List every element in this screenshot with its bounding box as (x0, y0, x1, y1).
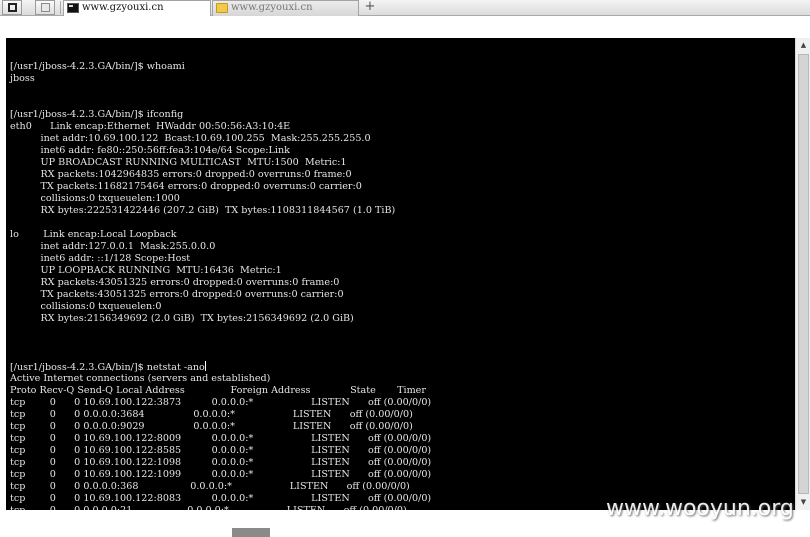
terminal-line: inet addr:10.69.100.122 Bcast:10.69.100.… (10, 133, 371, 144)
terminal-scrollbar[interactable]: ▲ ▼ (795, 38, 810, 510)
terminal-line: [/usr1/jboss-4.2.3.GA/bin/]$ netstat -an… (10, 361, 206, 373)
toolbar-divider (60, 1, 61, 14)
terminal-line: RX packets:1042964835 errors:0 dropped:0… (10, 169, 352, 180)
terminal-line: UP LOOPBACK RUNNING MTU:16436 Metric:1 (10, 265, 282, 276)
watermark: www.wooyun.org (606, 496, 794, 521)
add-tab-button[interactable]: + (362, 0, 378, 15)
terminal-line: inet6 addr: ::1/128 Scope:Host (10, 253, 191, 264)
scroll-up-arrow-icon[interactable]: ▲ (798, 40, 809, 51)
terminal-line: eth0 Link encap:Ethernet HWaddr 00:50:56… (10, 121, 291, 132)
terminal-line: lo Link encap:Local Loopback (10, 229, 177, 240)
terminal-window[interactable]: [/usr1/jboss-4.2.3.GA/bin/]$ whoami jboss… (6, 38, 804, 510)
terminal-line: tcp 0 0 0.0.0.0:3684 0.0.0.0:* LISTEN of… (10, 409, 413, 420)
terminal-line: tcp 0 0 10.69.100.122:8585 0.0.0.0:* LIS… (10, 445, 432, 456)
terminal-line: tcp 0 0 10.69.100.122:3873 0.0.0.0:* LIS… (10, 397, 432, 408)
terminal-line: tcp 0 0 10.69.100.122:8009 0.0.0.0:* LIS… (10, 433, 432, 444)
terminal-line: tcp 0 0 10.69.100.122:8083 0.0.0.0:* LIS… (10, 493, 432, 504)
terminal-line: tcp 0 0 10.69.100.122:1098 0.0.0.0:* LIS… (10, 457, 432, 468)
terminal-line: tcp 0 0 10.69.100.122:1099 0.0.0.0:* LIS… (10, 469, 432, 480)
terminal-line: RX bytes:2156349692 (2.0 GiB) TX bytes:2… (10, 313, 354, 324)
terminal-line: TX packets:11682175464 errors:0 dropped:… (10, 181, 362, 192)
scroll-down-arrow-icon[interactable]: ▼ (798, 497, 809, 508)
tab-label: www.gzyouxi.cn (82, 2, 164, 13)
terminal-line: [/usr1/jboss-4.2.3.GA/bin/]$ whoami (10, 61, 185, 72)
tab-label: www.gzyouxi.cn (231, 2, 313, 13)
terminal-line: jboss (10, 73, 35, 84)
terminal-output: [/usr1/jboss-4.2.3.GA/bin/]$ whoami jboss… (10, 49, 431, 510)
terminal-line: Proto Recv-Q Send-Q Local Address Foreig… (10, 385, 426, 396)
terminal-line: collisions:0 txqueuelen:1000 (10, 193, 180, 204)
blank-window-icon (41, 3, 50, 12)
terminal-line: [/usr1/jboss-4.2.3.GA/bin/]$ ifconfig (10, 109, 184, 120)
tab-terminal-session[interactable]: www.gzyouxi.cn (63, 0, 211, 16)
terminal-line: TX packets:43051325 errors:0 dropped:0 o… (10, 289, 344, 300)
terminal-line: inet addr:127.0.0.1 Mask:255.0.0.0 (10, 241, 216, 252)
text-cursor (204, 361, 206, 371)
terminal-line: collisions:0 txqueuelen:0 (10, 301, 162, 312)
folder-icon (216, 3, 228, 13)
terminal-line: tcp 0 0 0.0.0.0:9029 0.0.0.0:* LISTEN of… (10, 421, 413, 432)
scrollbar-thumb[interactable] (798, 54, 809, 494)
terminal-line: Active Internet connections (servers and… (10, 373, 271, 384)
tab-bar: www.gzyouxi.cn www.gzyouxi.cn + (0, 0, 810, 16)
terminal-icon (67, 3, 79, 13)
terminal-line: RX bytes:222531422446 (207.2 GiB) TX byt… (10, 205, 396, 216)
new-window-button[interactable] (35, 0, 55, 15)
taskbar-fragment (232, 528, 270, 537)
terminal-line: UP BROADCAST RUNNING MULTICAST MTU:1500 … (10, 157, 347, 168)
tab-folder-session[interactable]: www.gzyouxi.cn (212, 0, 359, 16)
terminal-line: inet6 addr: fe80::250:56ff:fea3:104e/64 … (10, 145, 290, 156)
terminal-line: tcp 0 0 0.0.0.0:368 0.0.0.0:* LISTEN off… (10, 481, 410, 492)
window-icon (8, 3, 17, 12)
window-menu-button[interactable] (2, 0, 22, 15)
terminal-line: RX packets:43051325 errors:0 dropped:0 o… (10, 277, 340, 288)
